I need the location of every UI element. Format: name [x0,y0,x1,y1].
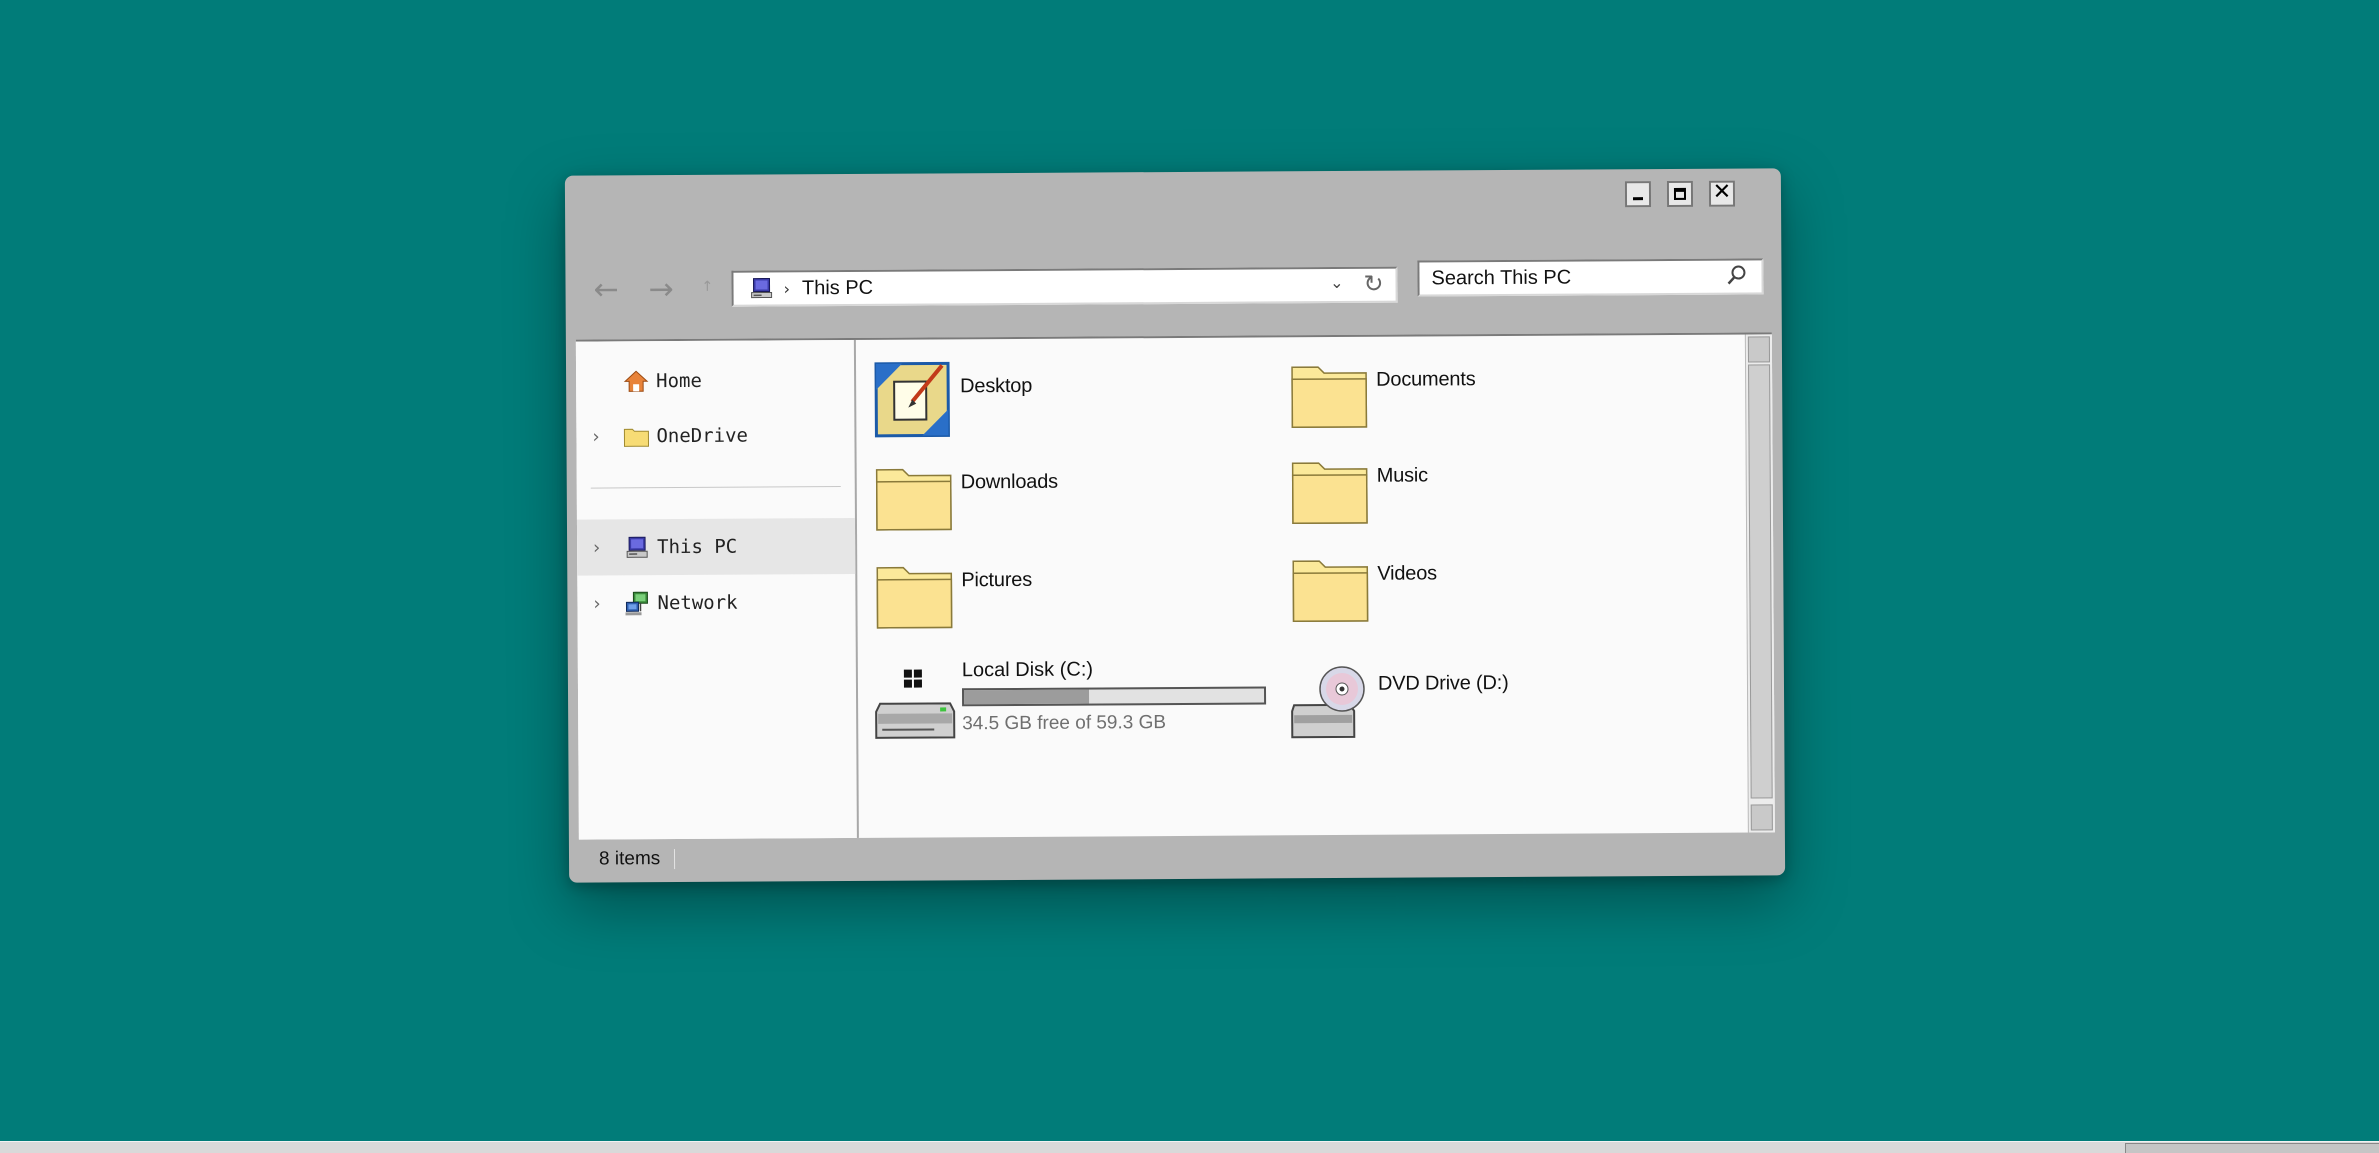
folder-item-videos[interactable]: Videos [1289,543,1680,629]
dvd-drive-icon [1290,663,1372,745]
scroll-up-button[interactable] [1748,336,1770,362]
address-dropdown-icon[interactable]: ⌄ [1330,273,1344,292]
scroll-down-button[interactable] [1751,804,1773,830]
drive-item-local-disk[interactable]: Local Disk (C:) 34.5 GB free of 59.3 GB [874,657,1265,749]
desktop-icon [872,357,954,439]
content-area: Home › OneDrive › This PC [576,332,1775,839]
address-bar[interactable]: › This PC ⌄ ↻ [731,267,1397,307]
this-pc-icon [749,277,773,299]
disk-usage-fill [964,690,1089,705]
item-count: 8 items [599,848,660,870]
search-input[interactable] [1431,265,1711,290]
sidebar-item-label: Home [656,370,702,392]
folder-item-pictures[interactable]: Pictures [873,549,1264,635]
sidebar-item-label: Network [657,592,737,614]
disk-free-space: 34.5 GB free of 59.3 GB [962,712,1166,735]
expand-chevron-icon[interactable]: › [593,593,600,614]
items-view: Desktop Documents Downloads [856,335,1749,838]
folder-icon [1289,545,1371,627]
up-arrow-icon[interactable]: ↑ [701,279,713,295]
refresh-icon[interactable]: ↻ [1363,270,1383,298]
scroll-thumb[interactable] [1748,364,1773,798]
maximize-button[interactable] [1667,181,1693,207]
back-arrow-icon[interactable]: ← [593,275,618,305]
sidebar-item-onedrive[interactable]: › OneDrive [576,407,854,465]
sidebar-item-home[interactable]: Home [576,352,854,410]
file-explorer-window: ✕ ← → ↑ › This PC ⌄ ↻ [565,168,1785,882]
home-icon [622,367,650,395]
item-label: Desktop [960,375,1032,398]
disk-usage-bar [962,686,1266,706]
status-bar: 8 items [579,834,1775,877]
navigation-bar: ← → ↑ › This PC ⌄ ↻ [565,264,1781,315]
window-controls: ✕ [1625,181,1735,208]
item-label: Pictures [961,569,1032,592]
folder-icon [873,551,955,633]
sidebar-item-label: OneDrive [656,425,748,448]
item-label: Local Disk (C:) [962,659,1093,683]
item-label: Music [1377,464,1428,487]
sidebar-item-this-pc[interactable]: › This PC [577,518,855,576]
folder-item-documents[interactable]: Documents [1288,349,1679,435]
folder-icon [1288,351,1370,433]
expand-chevron-icon[interactable]: › [593,537,600,558]
sidebar-item-label: This PC [657,536,737,558]
forward-arrow-icon[interactable]: → [648,275,673,305]
sidebar-item-network[interactable]: › Network [577,574,855,632]
expand-chevron-icon[interactable]: › [592,426,599,447]
close-button[interactable]: ✕ [1709,181,1735,207]
status-separator [674,849,675,869]
network-icon [623,589,651,617]
local-disk-icon [874,663,956,745]
sidebar-divider [591,486,841,489]
breadcrumb-separator: › [783,279,790,298]
minimize-button[interactable] [1625,181,1651,207]
folder-icon [1289,447,1371,529]
folder-icon [873,453,955,535]
this-pc-icon [623,533,651,561]
search-box[interactable] [1417,258,1763,296]
folder-item-downloads[interactable]: Downloads [873,451,1264,537]
folder-icon [622,422,650,450]
search-icon[interactable] [1725,264,1747,286]
navigation-pane: Home › OneDrive › This PC [576,340,859,840]
folder-item-desktop[interactable]: Desktop [872,355,1263,441]
item-label: Documents [1376,368,1475,392]
vertical-scrollbar[interactable] [1745,334,1775,832]
folder-item-music[interactable]: Music [1289,445,1680,531]
drive-item-dvd[interactable]: DVD Drive (D:) [1290,661,1681,753]
item-label: Downloads [961,471,1058,495]
item-label: DVD Drive (D:) [1378,672,1509,696]
item-label: Videos [1377,562,1437,585]
taskbar [0,1141,2379,1153]
address-path: This PC [802,276,873,299]
